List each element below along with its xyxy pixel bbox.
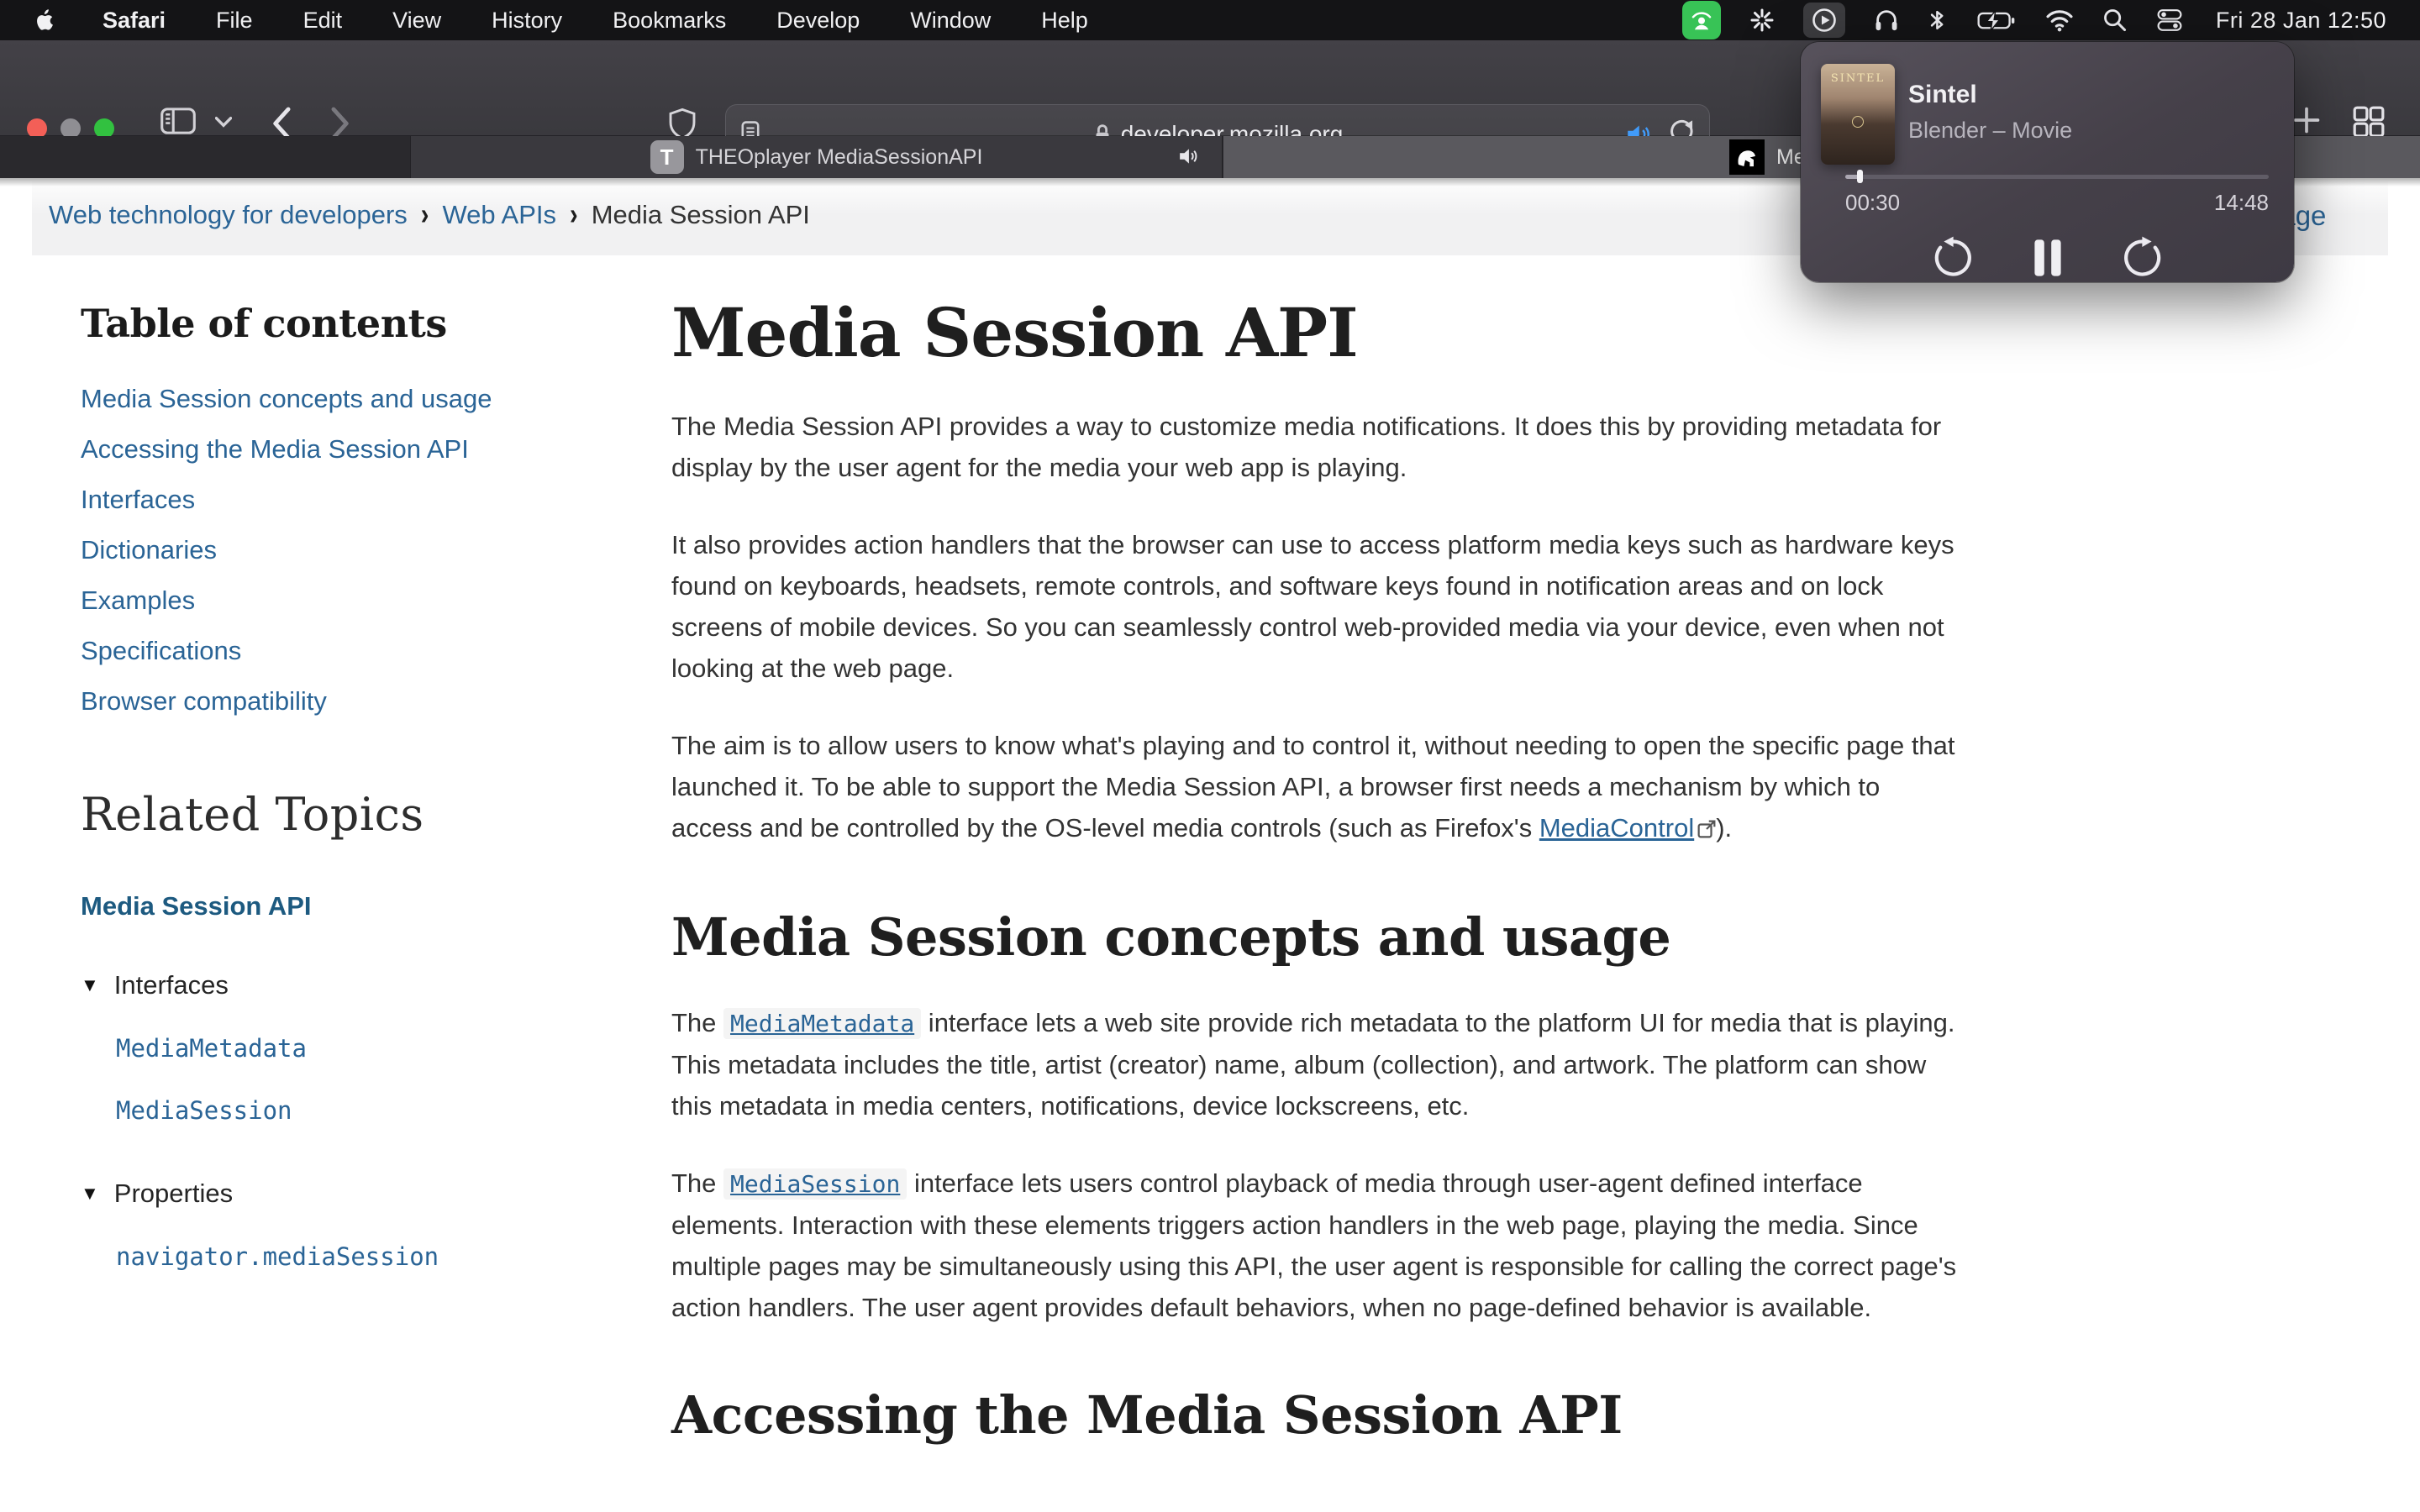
- tree-group-label: Properties: [114, 1179, 233, 1209]
- menu-window[interactable]: Window: [885, 0, 1016, 40]
- menu-view[interactable]: View: [367, 0, 466, 40]
- album-artwork: SINTEL: [1821, 64, 1895, 165]
- artwork-emblem: [1852, 116, 1864, 128]
- tree-group-interfaces[interactable]: ▼ Interfaces: [81, 970, 642, 1000]
- toc-link-browser-compat[interactable]: Browser compatibility: [81, 687, 642, 716]
- flux-icon: [1749, 8, 1775, 33]
- total-duration: 14:48: [2214, 190, 2269, 216]
- now-playing-subtitle: Blender – Movie: [1908, 118, 2072, 144]
- now-playing-status[interactable]: [1789, 0, 1860, 40]
- tab-label: THEOplayer MediaSessionAPI: [696, 145, 983, 170]
- related-current-doc-link[interactable]: Media Session API: [81, 891, 642, 921]
- headphones-status[interactable]: [1860, 0, 1913, 40]
- tree-item-mediasession[interactable]: MediaSession: [116, 1096, 642, 1125]
- menu-safari[interactable]: Safari: [86, 0, 191, 40]
- external-link-icon: [1697, 809, 1716, 850]
- now-playing-progress-bar[interactable]: [1845, 170, 2269, 183]
- paragraph: The MediaSession interface lets users co…: [671, 1163, 1958, 1328]
- paragraph: It also provides action handlers that th…: [671, 524, 1958, 689]
- menu-edit[interactable]: Edit: [278, 0, 368, 40]
- screen-share-status[interactable]: [1668, 0, 1735, 40]
- now-playing-icon: [1803, 3, 1845, 38]
- tree-item-navigator-mediasession[interactable]: navigator.mediaSession: [116, 1242, 642, 1271]
- bluetooth-icon: [1928, 8, 1948, 33]
- toc-link-dictionaries[interactable]: Dictionaries: [81, 536, 642, 564]
- flux-status[interactable]: [1735, 0, 1789, 40]
- breadcrumb-separator-icon: ›: [421, 197, 429, 232]
- paragraph: The MediaMetadata interface lets a web s…: [671, 1002, 1958, 1126]
- pause-button[interactable]: [2023, 234, 2072, 282]
- menu-bookmarks[interactable]: Bookmarks: [587, 0, 751, 40]
- apple-icon: [34, 8, 54, 32]
- progress-rail: [1845, 175, 2269, 179]
- menu-history[interactable]: History: [466, 0, 587, 40]
- toc-title: Table of contents: [81, 301, 642, 346]
- skip-back-button[interactable]: [1931, 234, 1980, 282]
- section-heading-concepts: Media Session concepts and usage: [671, 909, 1958, 966]
- tree-group-properties[interactable]: ▼ Properties: [81, 1179, 642, 1209]
- breadcrumb: Web technology for developers › Web APIs…: [49, 178, 810, 252]
- tab-audio-icon[interactable]: [1178, 145, 1202, 173]
- tab-overview-button[interactable]: [2353, 106, 2385, 138]
- toc-link-concepts[interactable]: Media Session concepts and usage: [81, 385, 642, 413]
- mediacontrol-link[interactable]: MediaControl: [1539, 813, 1694, 843]
- wifi-icon: [2045, 8, 2074, 33]
- new-tab-button[interactable]: [2292, 106, 2321, 134]
- menu-help[interactable]: Help: [1016, 0, 1113, 40]
- tree-group-label: Interfaces: [114, 970, 229, 1000]
- wifi-status[interactable]: [2031, 0, 2088, 40]
- spotlight-icon: [2102, 8, 2128, 33]
- elapsed-time: 00:30: [1845, 190, 1900, 216]
- mdn-favicon: [1729, 139, 1765, 175]
- sidebar-chevron-button[interactable]: [215, 116, 232, 128]
- breadcrumb-current: Media Session API: [592, 200, 810, 230]
- paragraph-text: ).: [1716, 813, 1732, 843]
- menu-bar-clock[interactable]: Fri 28 Jan 12:50: [2197, 8, 2420, 34]
- macos-menu-bar: Safari File Edit View History Bookmarks …: [0, 0, 2420, 40]
- related-topics-title: Related Topics: [81, 788, 642, 841]
- artwork-title-text: SINTEL: [1821, 72, 1895, 85]
- section-heading-accessing: Accessing the Media Session API: [671, 1387, 1958, 1444]
- toc-link-specifications[interactable]: Specifications: [81, 637, 642, 665]
- progress-knob[interactable]: [1857, 170, 1863, 183]
- control-center-status[interactable]: [2142, 0, 2197, 40]
- playback-controls: [1801, 234, 2294, 282]
- paragraph-text: The: [671, 1168, 723, 1198]
- headphones-icon: [1874, 8, 1899, 33]
- paragraph-text: The aim is to allow users to know what's…: [671, 731, 1955, 843]
- toc-link-accessing[interactable]: Accessing the Media Session API: [81, 435, 642, 464]
- web-page: Web technology for developers › Web APIs…: [0, 178, 2420, 1512]
- theoplayer-favicon: T: [650, 140, 684, 174]
- paragraph: The aim is to allow users to know what's…: [671, 725, 1958, 850]
- mediasession-code-link[interactable]: MediaSession: [723, 1168, 907, 1200]
- control-center-icon: [2156, 8, 2183, 33]
- battery-status[interactable]: [1962, 0, 2031, 40]
- tree-item-mediametadata[interactable]: MediaMetadata: [116, 1034, 642, 1063]
- screen-share-icon: [1682, 1, 1721, 39]
- now-playing-popup: SINTEL Sintel Blender – Movie 00:30 14:4…: [1801, 42, 2294, 282]
- tab-theoplayer[interactable]: T THEOplayer MediaSessionAPI: [410, 136, 1223, 178]
- breadcrumb-web-apis[interactable]: Web APIs: [442, 200, 556, 230]
- menu-develop[interactable]: Develop: [751, 0, 885, 40]
- now-playing-title: Sintel: [1908, 81, 1977, 109]
- document-sidebar: Table of contents Media Session concepts…: [81, 301, 642, 1271]
- paragraph-text: The: [671, 1008, 723, 1037]
- toc-link-examples[interactable]: Examples: [81, 586, 642, 615]
- article-content: Media Session API The Media Session API …: [671, 296, 1958, 1444]
- article-title: Media Session API: [671, 296, 1958, 370]
- menu-file[interactable]: File: [191, 0, 278, 40]
- triangle-down-icon: ▼: [81, 1183, 99, 1205]
- spotlight-status[interactable]: [2088, 0, 2142, 40]
- mediametadata-code-link[interactable]: MediaMetadata: [723, 1008, 921, 1039]
- sidebar-toggle-button[interactable]: [160, 106, 197, 136]
- toc-link-interfaces[interactable]: Interfaces: [81, 486, 642, 514]
- paragraph: The Media Session API provides a way to …: [671, 406, 1958, 488]
- skip-forward-button[interactable]: [2116, 234, 2165, 282]
- triangle-down-icon: ▼: [81, 974, 99, 996]
- apple-menu[interactable]: [0, 8, 86, 32]
- breadcrumb-separator-icon: ›: [570, 197, 578, 232]
- battery-charging-icon: [1976, 8, 2017, 33]
- bluetooth-status[interactable]: [1913, 0, 1962, 40]
- breadcrumb-web-technology[interactable]: Web technology for developers: [49, 200, 408, 230]
